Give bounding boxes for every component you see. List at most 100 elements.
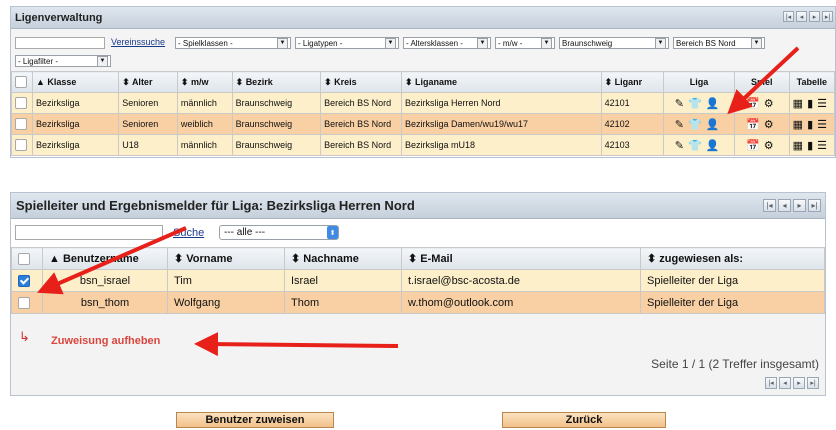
- prev-page-icon[interactable]: ◂: [778, 199, 791, 212]
- liga-panel-pager: |◂ ◂ ▸ ▸|: [783, 11, 833, 22]
- calendar-icon[interactable]: 📅: [746, 139, 760, 152]
- select-all-checkbox[interactable]: [15, 76, 27, 88]
- next-page-icon[interactable]: ▸: [793, 377, 805, 389]
- cell-nachname: Israel: [284, 269, 402, 292]
- chart-icon[interactable]: ▮: [807, 97, 813, 110]
- column-header-alter[interactable]: ⬍ Alter: [118, 71, 178, 93]
- cell-alter: Senioren: [118, 92, 178, 114]
- table-row[interactable]: bsn_israel Tim Israel t.israel@bsc-acost…: [11, 269, 825, 292]
- sort-icon: ⬍: [604, 76, 615, 87]
- cell-zugewiesen: Spielleiter der Liga: [640, 269, 825, 292]
- chevron-down-icon: ▼: [385, 37, 396, 49]
- person-icon[interactable]: 👤: [706, 118, 720, 131]
- column-header-kreis[interactable]: ⬍ Kreis: [320, 71, 402, 93]
- kreis-select[interactable]: Bereich BS Nord ▼: [673, 37, 765, 49]
- column-header-liganame[interactable]: ⬍ Liganame: [400, 71, 602, 93]
- list-icon[interactable]: ☰: [817, 97, 827, 110]
- row-checkbox[interactable]: [15, 97, 27, 109]
- sort-icon: ⬍: [180, 76, 191, 87]
- spielleiter-footer-pager: |◂ ◂ ▸ ▸|: [765, 377, 819, 389]
- last-page-icon[interactable]: ▸|: [808, 199, 821, 212]
- column-header-email[interactable]: ⬍ E-Mail: [401, 247, 641, 270]
- select-all-checkbox[interactable]: [18, 252, 30, 265]
- first-page-icon[interactable]: |◂: [783, 11, 794, 22]
- vereinssuche-link[interactable]: Vereinssuche: [111, 37, 165, 47]
- mw-select[interactable]: - m/w - ▼: [495, 37, 555, 49]
- chart-icon[interactable]: ▮: [807, 118, 813, 131]
- cell-email: w.thom@outlook.com: [401, 291, 641, 314]
- column-header-mw[interactable]: ⬍ m/w: [176, 71, 233, 93]
- shirt-icon[interactable]: 👕: [688, 118, 702, 131]
- shirt-icon[interactable]: 👕: [688, 139, 702, 152]
- game-icon[interactable]: ⚙: [764, 97, 774, 110]
- prev-page-icon[interactable]: ◂: [796, 11, 807, 22]
- table-row[interactable]: bsn_thom Wolfgang Thom w.thom@outlook.co…: [11, 291, 825, 314]
- spielleiter-search-bar: Suche --- alle --- ⬍: [11, 219, 825, 248]
- row-checkbox[interactable]: [15, 118, 27, 130]
- zurueck-button[interactable]: Zurück: [502, 412, 666, 428]
- shirt-icon[interactable]: 👕: [688, 97, 702, 110]
- zuweisung-aufheben-link[interactable]: Zuweisung aufheben: [51, 335, 160, 347]
- bezirk-select[interactable]: Braunschweig ▼: [559, 37, 669, 49]
- next-page-icon[interactable]: ▸: [809, 11, 820, 22]
- sort-icon: ⬍: [647, 253, 660, 265]
- cell-vorname: Wolfgang: [167, 291, 285, 314]
- table-row[interactable]: Bezirksliga Senioren männlich Braunschwe…: [11, 92, 836, 114]
- game-icon[interactable]: ⚙: [764, 118, 774, 131]
- spielleiter-table: ▲ Benutzername ⬍ Vorname ⬍ Nachname ⬍ E-…: [11, 247, 825, 314]
- chart-icon[interactable]: ▮: [807, 139, 813, 152]
- cell-klasse: Bezirksliga: [31, 134, 120, 156]
- row-checkbox[interactable]: [15, 139, 27, 151]
- edit-icon[interactable]: ✎: [675, 97, 684, 110]
- last-page-icon[interactable]: ▸|: [807, 377, 819, 389]
- person-icon[interactable]: 👤: [706, 139, 720, 152]
- column-header-klasse[interactable]: ▲ Klasse: [31, 71, 120, 93]
- column-header-liganr[interactable]: ⬍ Liganr: [600, 71, 665, 93]
- cell-mw: männlich: [176, 134, 233, 156]
- edit-icon[interactable]: ✎: [675, 139, 684, 152]
- column-header-bezirk[interactable]: ⬍ Bezirk: [231, 71, 322, 93]
- cell-kreis: Bereich BS Nord: [320, 134, 402, 156]
- column-header-benutzername[interactable]: ▲ Benutzername: [42, 247, 168, 270]
- column-header-vorname[interactable]: ⬍ Vorname: [167, 247, 285, 270]
- cell-kreis: Bereich BS Nord: [320, 113, 402, 135]
- list-icon[interactable]: ☰: [817, 118, 827, 131]
- row-checkbox-checked[interactable]: [18, 274, 30, 287]
- column-header-zugewiesen[interactable]: ⬍ zugewiesen als:: [640, 247, 825, 270]
- edit-icon[interactable]: ✎: [675, 118, 684, 131]
- benutzer-search-input[interactable]: [15, 225, 163, 240]
- ligatypen-select[interactable]: - Ligatypen - ▼: [295, 37, 399, 49]
- spielklassen-select[interactable]: - Spielklassen - ▼: [175, 37, 291, 49]
- prev-page-icon[interactable]: ◂: [779, 377, 791, 389]
- next-page-icon[interactable]: ▸: [793, 199, 806, 212]
- game-icon[interactable]: ⚙: [764, 139, 774, 152]
- sort-icon: ⬍: [122, 76, 132, 87]
- table-icon[interactable]: ▦: [793, 97, 803, 110]
- rolle-filter-select[interactable]: --- alle --- ⬍: [219, 225, 339, 240]
- vereinssuche-input[interactable]: [15, 37, 105, 49]
- column-header-nachname[interactable]: ⬍ Nachname: [284, 247, 402, 270]
- last-page-icon[interactable]: ▸|: [822, 11, 833, 22]
- benutzer-zuweisen-button[interactable]: Benutzer zuweisen: [176, 412, 334, 428]
- person-icon[interactable]: 👤: [706, 97, 720, 110]
- altersklassen-select[interactable]: - Altersklassen - ▼: [403, 37, 491, 49]
- ligafilter-select[interactable]: - Ligafilter - ▼: [15, 55, 111, 67]
- list-icon[interactable]: ☰: [817, 139, 827, 152]
- row-checkbox[interactable]: [18, 296, 30, 309]
- cell-liganame: Bezirksliga Herren Nord: [400, 92, 602, 114]
- chevron-down-icon: ▼: [477, 37, 488, 49]
- first-page-icon[interactable]: |◂: [763, 199, 776, 212]
- suche-link[interactable]: Suche: [173, 227, 204, 239]
- table-icon[interactable]: ▦: [793, 118, 803, 131]
- calendar-icon[interactable]: 📅: [746, 97, 760, 110]
- first-page-icon[interactable]: |◂: [765, 377, 777, 389]
- cell-liganame: Bezirksliga Damen/wu19/wu17: [400, 113, 602, 135]
- table-row[interactable]: Bezirksliga Senioren weiblich Braunschwe…: [11, 113, 836, 135]
- column-header-spiel: Spiel: [733, 71, 790, 93]
- cell-liganr: 42103: [600, 134, 665, 156]
- liga-table: ▲ Klasse ⬍ Alter ⬍ m/w ⬍ Bezirk ⬍ Kreis …: [11, 71, 836, 156]
- chevron-down-icon: ▼: [541, 37, 552, 49]
- calendar-icon[interactable]: 📅: [746, 118, 760, 131]
- table-row[interactable]: Bezirksliga U18 männlich Braunschweig Be…: [11, 134, 836, 156]
- table-icon[interactable]: ▦: [793, 139, 803, 152]
